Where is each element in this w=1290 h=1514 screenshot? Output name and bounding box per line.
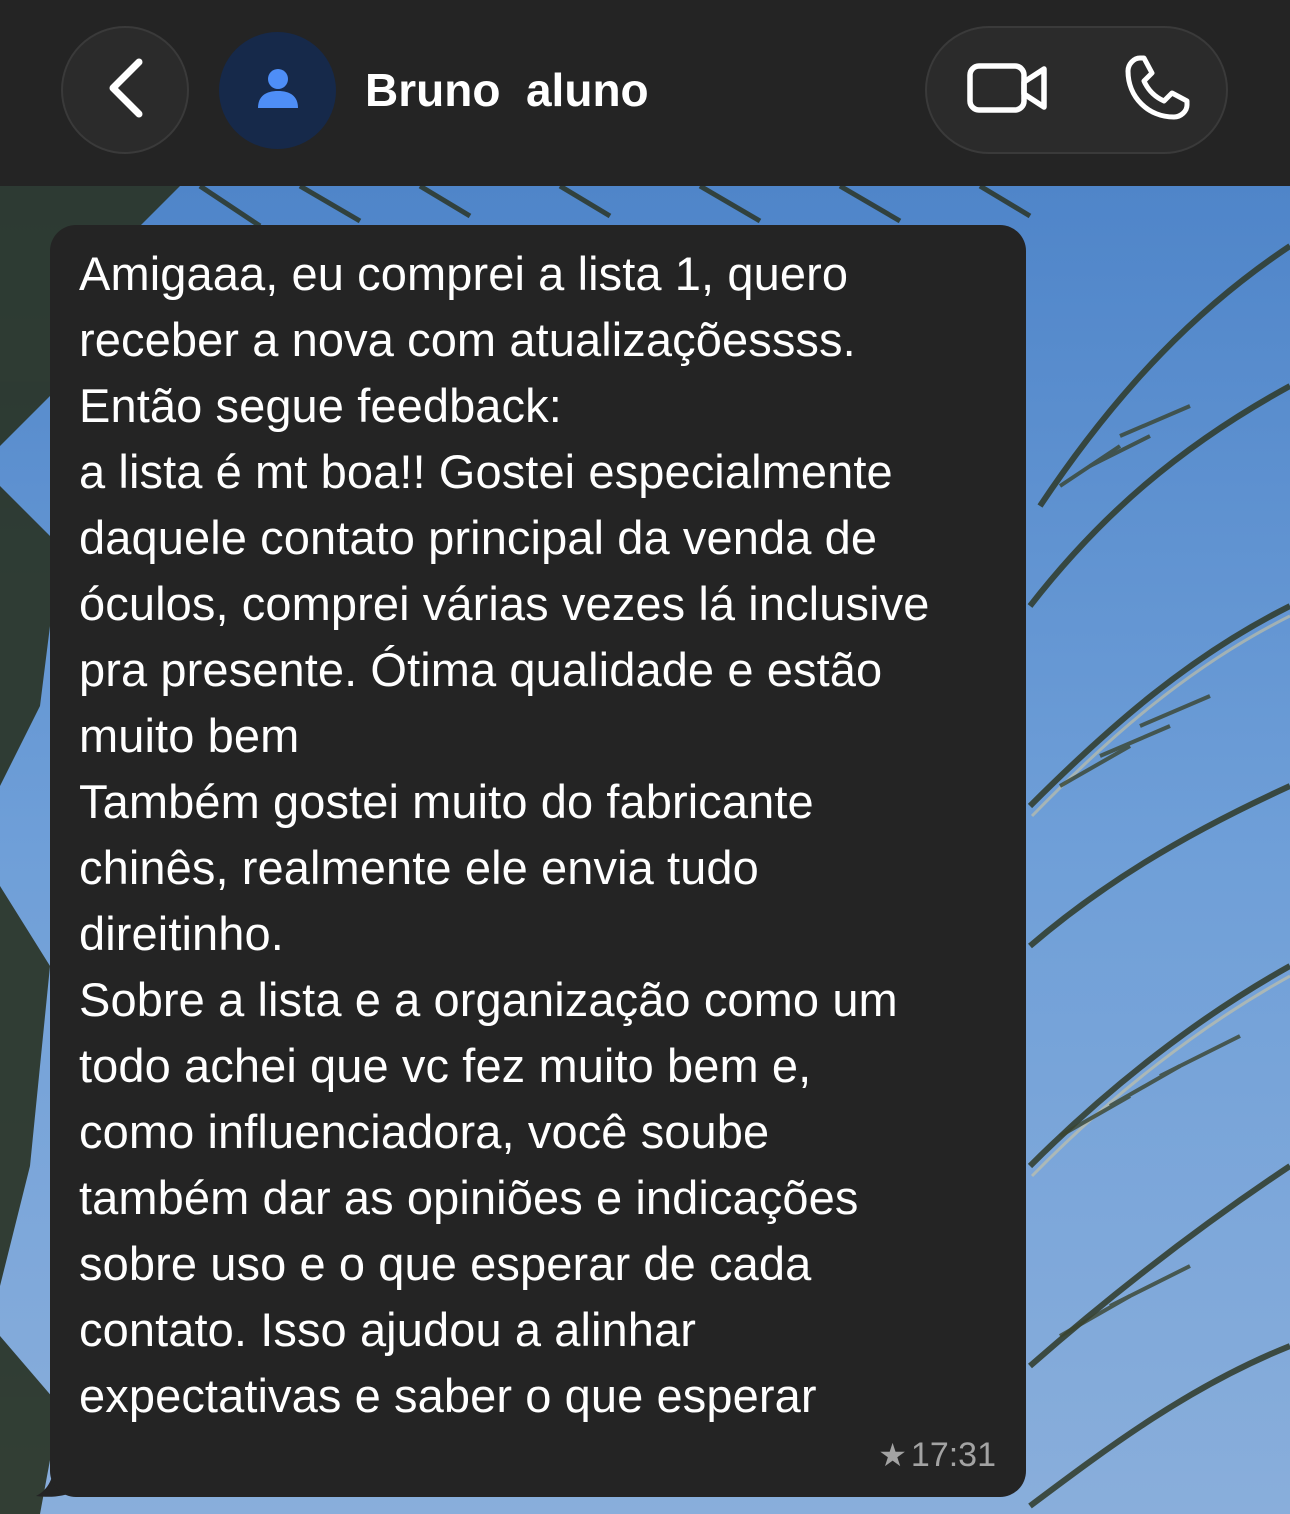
video-camera-icon — [966, 60, 1050, 121]
contact-name[interactable]: Bruno aluno — [365, 62, 649, 118]
message-time: 17:31 — [910, 1436, 996, 1474]
incoming-message-bubble[interactable]: Amigaaa, eu comprei a lista 1, quero rec… — [50, 225, 1026, 1497]
phone-icon — [1122, 53, 1192, 128]
video-call-button[interactable] — [963, 54, 1053, 126]
star-icon: ★ — [878, 1437, 907, 1473]
person-icon — [256, 66, 300, 115]
chat-header: Bruno aluno — [0, 0, 1290, 186]
chat-screen: Bruno aluno Amigaaa, eu comprei a lista … — [0, 0, 1290, 1514]
contact-avatar[interactable] — [219, 32, 336, 149]
voice-call-button[interactable] — [1117, 50, 1197, 130]
back-button[interactable] — [61, 26, 189, 154]
call-actions — [925, 26, 1228, 154]
message-meta: ★ 17:31 — [878, 1435, 996, 1475]
chevron-left-icon — [103, 56, 147, 125]
message-text: Amigaaa, eu comprei a lista 1, quero rec… — [79, 247, 930, 1422]
